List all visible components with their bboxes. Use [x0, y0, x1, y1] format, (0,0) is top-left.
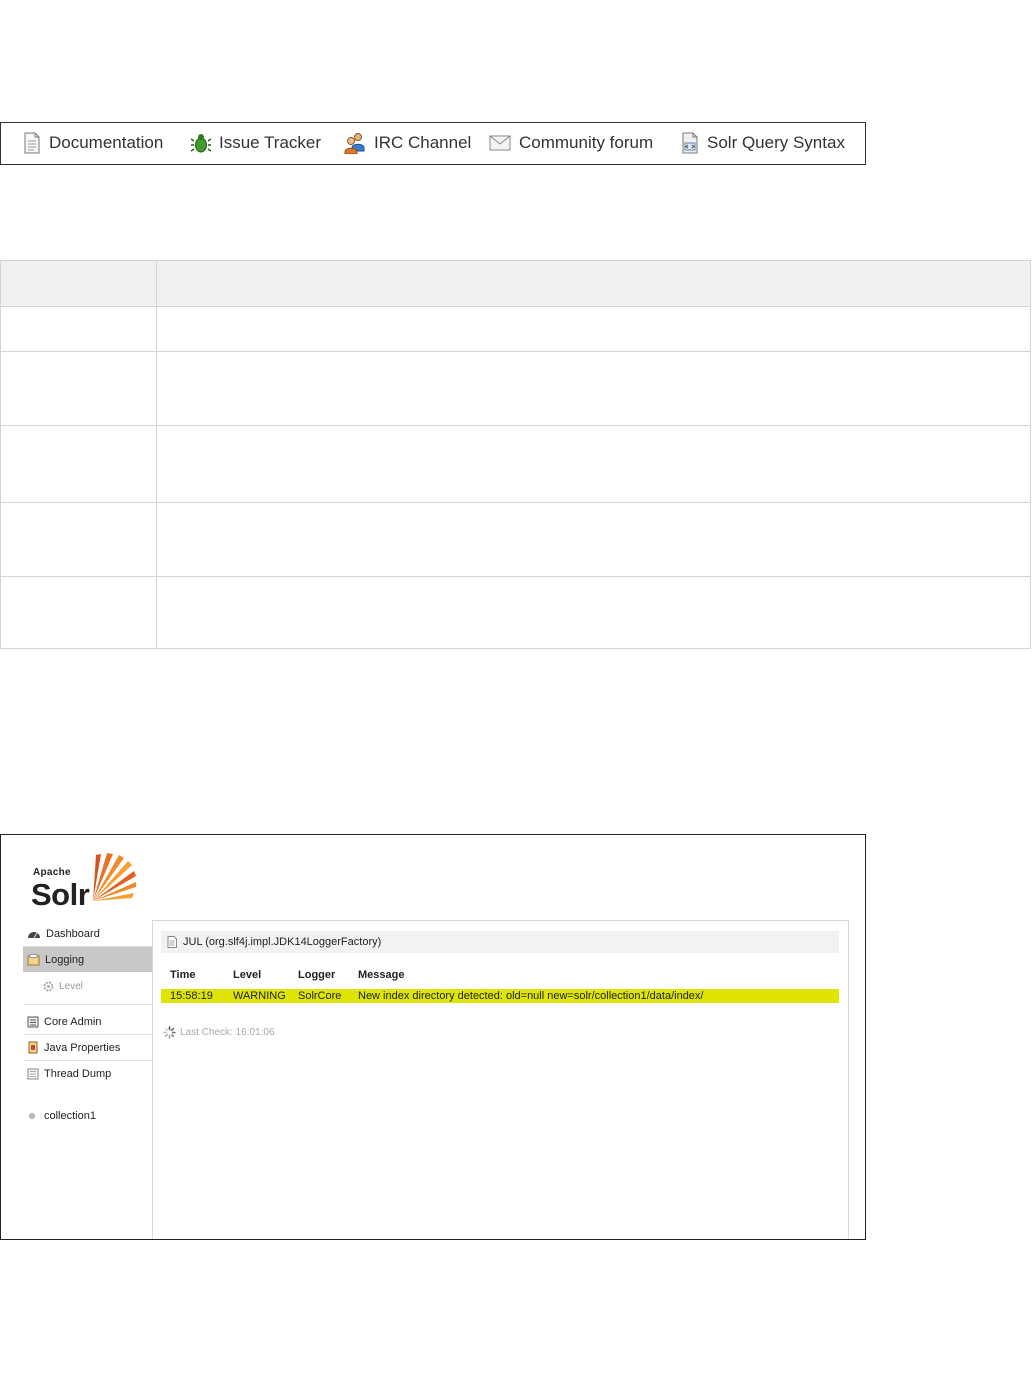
sidebar-item-collection1[interactable]: collection1 — [23, 1103, 152, 1128]
sidebar-item-dashboard[interactable]: Dashboard — [23, 921, 152, 946]
solr-query-syntax-link[interactable]: Solr Query Syntax — [681, 129, 845, 157]
column-header-message: Message — [358, 969, 405, 981]
dashboard-icon — [28, 931, 40, 938]
table-row — [1, 502, 1030, 576]
query-doc-icon — [682, 132, 698, 154]
community-forum-label: Community forum — [519, 133, 654, 152]
thread-dump-icon — [27, 1068, 39, 1079]
sidebar-item-label: Thread Dump — [44, 1067, 112, 1080]
logo-solr-text: Solr — [31, 877, 90, 912]
column-header-time: Time — [170, 969, 196, 981]
irc-channel-link[interactable]: IRC Channel — [344, 129, 471, 157]
logger-factory-header: JUL (org.slf4j.impl.JDK14LoggerFactory) — [161, 931, 839, 953]
log-level: WARNING — [233, 990, 286, 1002]
issue-tracker-label: Issue Tracker — [219, 133, 322, 152]
core-dot-icon — [28, 1112, 36, 1119]
documentation-link[interactable]: Documentation — [23, 129, 163, 157]
sidebar-item-label: Core Admin — [44, 1015, 102, 1028]
table-header-row — [1, 261, 1030, 306]
solr-admin-window: Apache Solr Dashboard Logging Level Core… — [0, 834, 866, 1240]
sidebar-item-logging[interactable]: Logging — [23, 947, 152, 972]
table-row — [1, 425, 1030, 502]
sidebar-item-core-admin[interactable]: Core Admin — [23, 1009, 152, 1034]
core-admin-icon — [27, 1016, 39, 1027]
sidebar-item-label: collection1 — [44, 1109, 96, 1122]
gear-icon — [43, 981, 54, 992]
document-icon — [167, 936, 177, 948]
help-links-bar: Documentation Issue Tracker IRC Channel … — [0, 122, 866, 165]
solr-query-syntax-label: Solr Query Syntax — [707, 133, 845, 152]
bug-icon — [191, 134, 211, 153]
logging-panel: JUL (org.slf4j.impl.JDK14LoggerFactory) … — [152, 920, 849, 1239]
java-icon — [28, 1041, 38, 1054]
people-icon — [344, 133, 365, 154]
sidebar-item-label: Dashboard — [46, 927, 100, 940]
sidebar-item-level[interactable]: Level — [23, 974, 152, 999]
last-check-text: Last Check: 16:01:06 — [180, 1027, 275, 1038]
column-header-logger: Logger — [298, 969, 336, 981]
mail-icon — [489, 135, 511, 151]
sidebar-item-label: Java Properties — [44, 1041, 121, 1054]
solr-logo[interactable]: Apache Solr — [31, 851, 141, 912]
document-icon — [24, 132, 40, 154]
documentation-label: Documentation — [49, 133, 164, 152]
logger-factory-title: JUL (org.slf4j.impl.JDK14LoggerFactory) — [183, 936, 382, 948]
sidebar-item-thread-dump[interactable]: Thread Dump — [23, 1061, 152, 1086]
community-forum-link[interactable]: Community forum — [489, 129, 653, 157]
log-message: New index directory detected: old=null n… — [358, 990, 704, 1002]
log-row-warning[interactable]: 15:58:19 WARNING SolrCore New index dire… — [161, 989, 839, 1003]
sidebar-item-label: Logging — [45, 953, 85, 966]
column-header-level: Level — [233, 969, 262, 981]
log-logger: SolrCore — [298, 990, 342, 1002]
last-check-status: Last Check: 16:01:06 — [163, 1026, 275, 1039]
table-row — [1, 576, 1030, 648]
table-row — [1, 306, 1030, 351]
logging-icon — [27, 953, 40, 965]
issue-tracker-link[interactable]: Issue Tracker — [191, 129, 321, 157]
table-row — [1, 351, 1030, 425]
sidebar-item-java-properties[interactable]: Java Properties — [23, 1035, 152, 1060]
irc-channel-label: IRC Channel — [374, 133, 472, 152]
sidebar-item-label: Level — [59, 981, 83, 992]
reference-table — [0, 260, 1031, 649]
spinner-icon — [163, 1026, 176, 1039]
sunburst-icon — [93, 853, 136, 901]
log-time: 15:58:19 — [170, 990, 213, 1002]
